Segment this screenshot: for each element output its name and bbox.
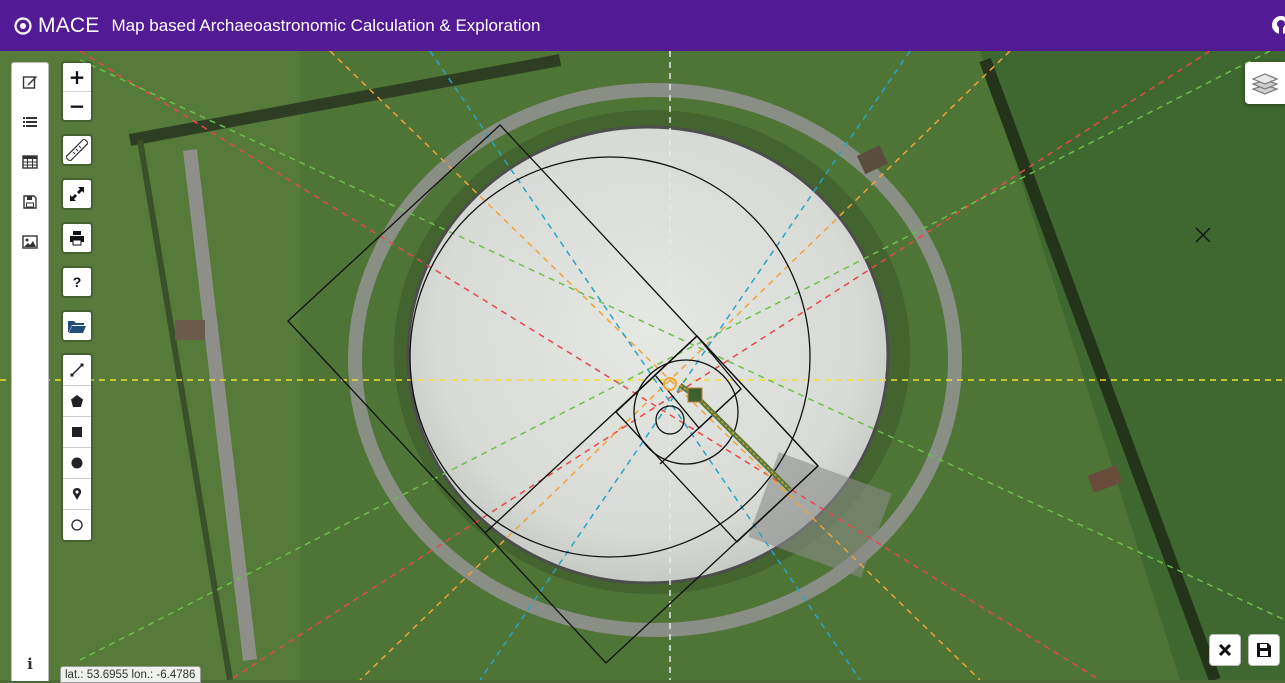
sidebar-edit-button[interactable] — [12, 64, 48, 100]
draw-circlemarker-icon — [71, 519, 83, 531]
draw-polygon-icon — [71, 395, 83, 407]
sidebar: i — [11, 62, 49, 681]
fullscreen-control — [61, 178, 93, 210]
help-button[interactable]: ? — [63, 268, 91, 296]
close-icon — [1218, 643, 1232, 657]
save-icon — [23, 195, 37, 209]
ruler-icon — [66, 139, 88, 161]
image-icon — [22, 235, 38, 249]
draw-polyline-button[interactable] — [63, 355, 91, 386]
open-file-control — [61, 310, 93, 342]
draw-toolbar — [61, 353, 93, 542]
save-icon — [1257, 643, 1271, 657]
map-canvas[interactable] — [0, 51, 1285, 680]
app-name[interactable]: MACE — [38, 14, 99, 38]
draw-marker-button[interactable] — [63, 479, 91, 510]
satellite-map — [0, 51, 1285, 680]
app-subtitle: Map based Archaeoastronomic Calculation … — [111, 15, 541, 35]
sidebar-table-button[interactable] — [12, 144, 48, 180]
sidebar-save-button[interactable] — [12, 184, 48, 220]
print-button[interactable] — [63, 224, 91, 252]
target-icon — [14, 16, 32, 35]
draw-marker-icon — [72, 488, 82, 500]
open-file-button[interactable] — [63, 312, 91, 340]
app-header: MACE Map based Archaeoastronomic Calcula… — [0, 0, 1285, 51]
coordinate-readout: lat.: 53.6955 lon.: -6.4786 — [60, 666, 202, 683]
measure-control — [61, 134, 93, 166]
github-icon[interactable] — [1271, 15, 1285, 35]
list-icon — [23, 117, 37, 127]
draw-rectangle-icon — [72, 427, 82, 437]
save-map-button[interactable] — [1248, 634, 1280, 666]
draw-circle-button[interactable] — [63, 448, 91, 479]
fullscreen-icon — [70, 187, 84, 201]
draw-polyline-icon — [70, 363, 84, 377]
draw-circle-icon — [71, 457, 83, 469]
clear-button[interactable] — [1209, 634, 1241, 666]
zoom-out-button[interactable]: − — [63, 92, 91, 120]
sidebar-image-button[interactable] — [12, 224, 48, 260]
fullscreen-button[interactable] — [63, 180, 91, 208]
layers-icon — [1251, 73, 1279, 95]
measure-button[interactable] — [63, 136, 91, 164]
draw-rectangle-button[interactable] — [63, 417, 91, 448]
draw-polygon-button[interactable] — [63, 386, 91, 417]
folder-open-icon — [68, 321, 86, 333]
layers-control[interactable] — [1245, 62, 1285, 104]
zoom-in-button[interactable]: + — [63, 63, 91, 92]
draw-circlemarker-button[interactable] — [63, 510, 91, 540]
help-control: ? — [61, 266, 93, 298]
info-button[interactable]: i — [12, 655, 48, 679]
zoom-control: + − — [61, 61, 93, 122]
print-icon — [70, 231, 84, 246]
help-icon: ? — [72, 274, 82, 290]
print-control — [61, 222, 93, 254]
table-icon — [22, 155, 38, 169]
sidebar-list-button[interactable] — [12, 104, 48, 140]
edit-icon — [22, 76, 37, 89]
